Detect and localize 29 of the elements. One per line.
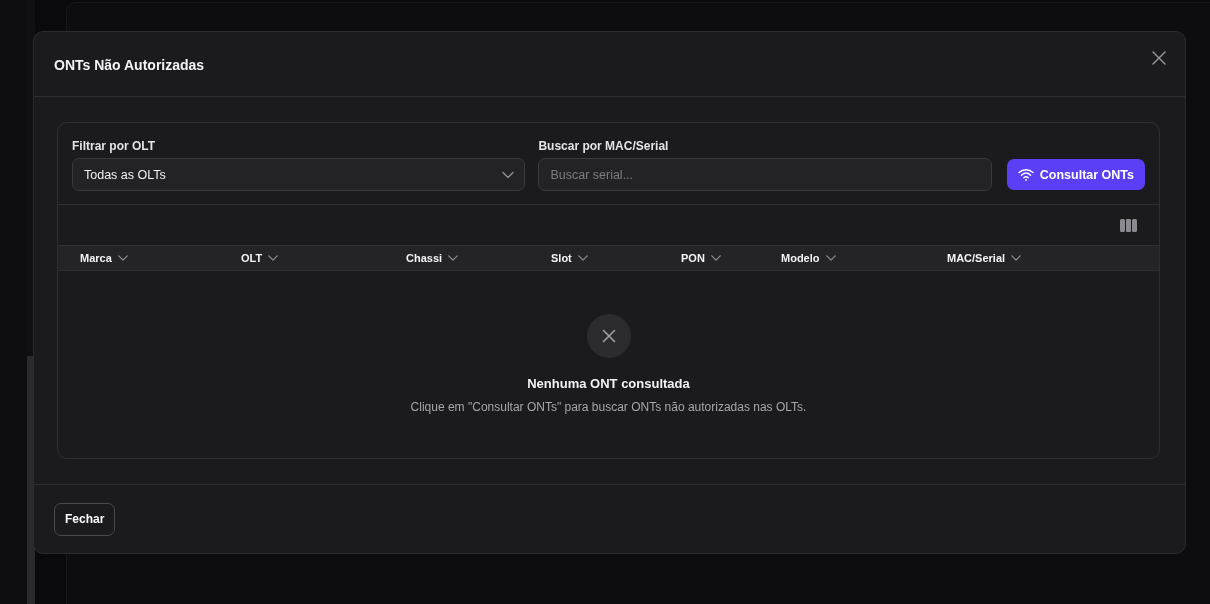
search-field[interactable]: Buscar serial... <box>538 158 992 191</box>
chevron-down-icon <box>1011 255 1022 261</box>
chevron-down-icon <box>825 255 836 261</box>
olt-select[interactable]: Todas as OLTs <box>72 158 526 191</box>
dialog-title: ONTs Não Autorizadas <box>54 57 205 74</box>
query-button[interactable]: Consultar ONTs <box>1006 159 1145 190</box>
column-header[interactable]: Modelo <box>781 252 820 264</box>
column-header[interactable]: MAC/Serial <box>947 252 1006 264</box>
column-header[interactable]: PON <box>681 252 705 264</box>
wifi-icon <box>1017 168 1034 181</box>
chevron-down-icon <box>268 255 279 261</box>
x-circle-icon <box>586 314 631 358</box>
columns-icon[interactable] <box>1120 218 1137 232</box>
chevron-down-icon <box>710 255 721 261</box>
column-header[interactable]: OLT <box>241 252 263 264</box>
chevron-down-icon <box>577 255 588 261</box>
column-header[interactable]: Chassi <box>406 252 443 264</box>
chevron-down-icon <box>502 170 515 179</box>
field-label: Filtrar por OLT <box>72 138 156 154</box>
close-icon <box>1151 50 1167 66</box>
column-header[interactable]: Slot <box>551 252 572 264</box>
chevron-down-icon <box>448 255 459 261</box>
close-button[interactable] <box>1151 50 1167 66</box>
column-header[interactable]: Marca <box>80 252 112 264</box>
empty-state-message: Clique em "Consultar ONTs" para buscar ONTs não autorizadas nas OLTs. <box>410 399 807 415</box>
close-dialog-button[interactable]: Fechar <box>54 502 116 536</box>
chevron-down-icon <box>117 255 128 261</box>
field-label: Buscar por MAC/Serial <box>538 138 669 154</box>
empty-state-title: Nenhuma ONT consultada <box>527 376 690 392</box>
